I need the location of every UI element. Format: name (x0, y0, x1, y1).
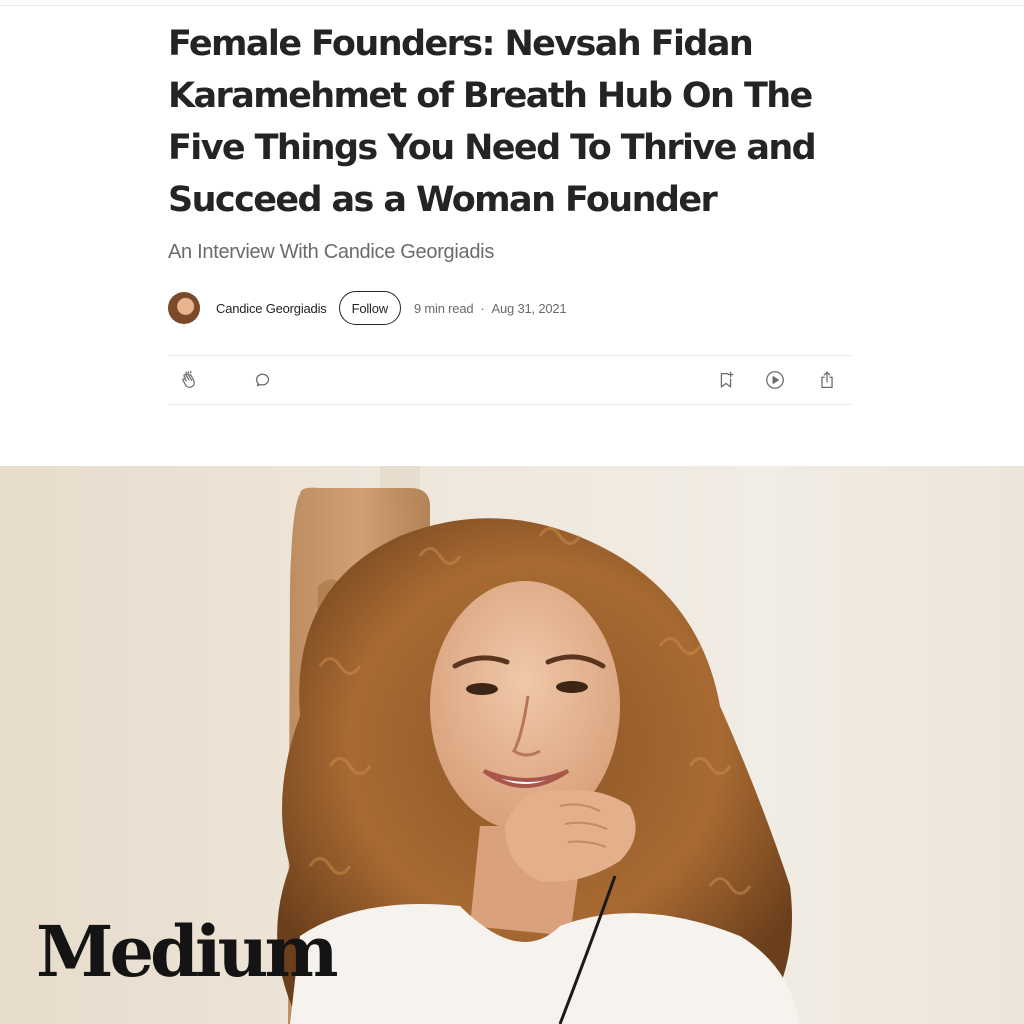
bookmark-add-icon[interactable] (715, 369, 737, 391)
article-subtitle: An Interview With Candice Georgiadis (168, 241, 495, 263)
play-icon[interactable] (764, 369, 786, 391)
article-title: Female Founders: Nevsah Fidan Karamehmet… (168, 24, 817, 220)
comment-icon[interactable] (252, 369, 274, 391)
top-divider (0, 5, 1024, 6)
article-header: Female Founders: Nevsah Fidan Karamehmet… (168, 18, 852, 326)
article-action-bar (168, 355, 852, 405)
byline: Candice Georgiadis Follow 9 min read · Aug… (168, 290, 852, 326)
clap-icon[interactable] (178, 369, 200, 391)
article-meta: 9 min read · Aug 31, 2021 (414, 301, 567, 316)
follow-button[interactable]: Follow (338, 291, 401, 325)
author-avatar[interactable] (168, 292, 200, 324)
author-name-link[interactable]: Candice Georgiadis (216, 301, 327, 316)
publish-date: Aug 31, 2021 (491, 300, 567, 316)
share-icon[interactable] (816, 369, 838, 391)
read-time: 9 min read (413, 300, 474, 316)
medium-logo[interactable]: Medium (36, 912, 339, 992)
meta-separator: · (480, 300, 485, 316)
